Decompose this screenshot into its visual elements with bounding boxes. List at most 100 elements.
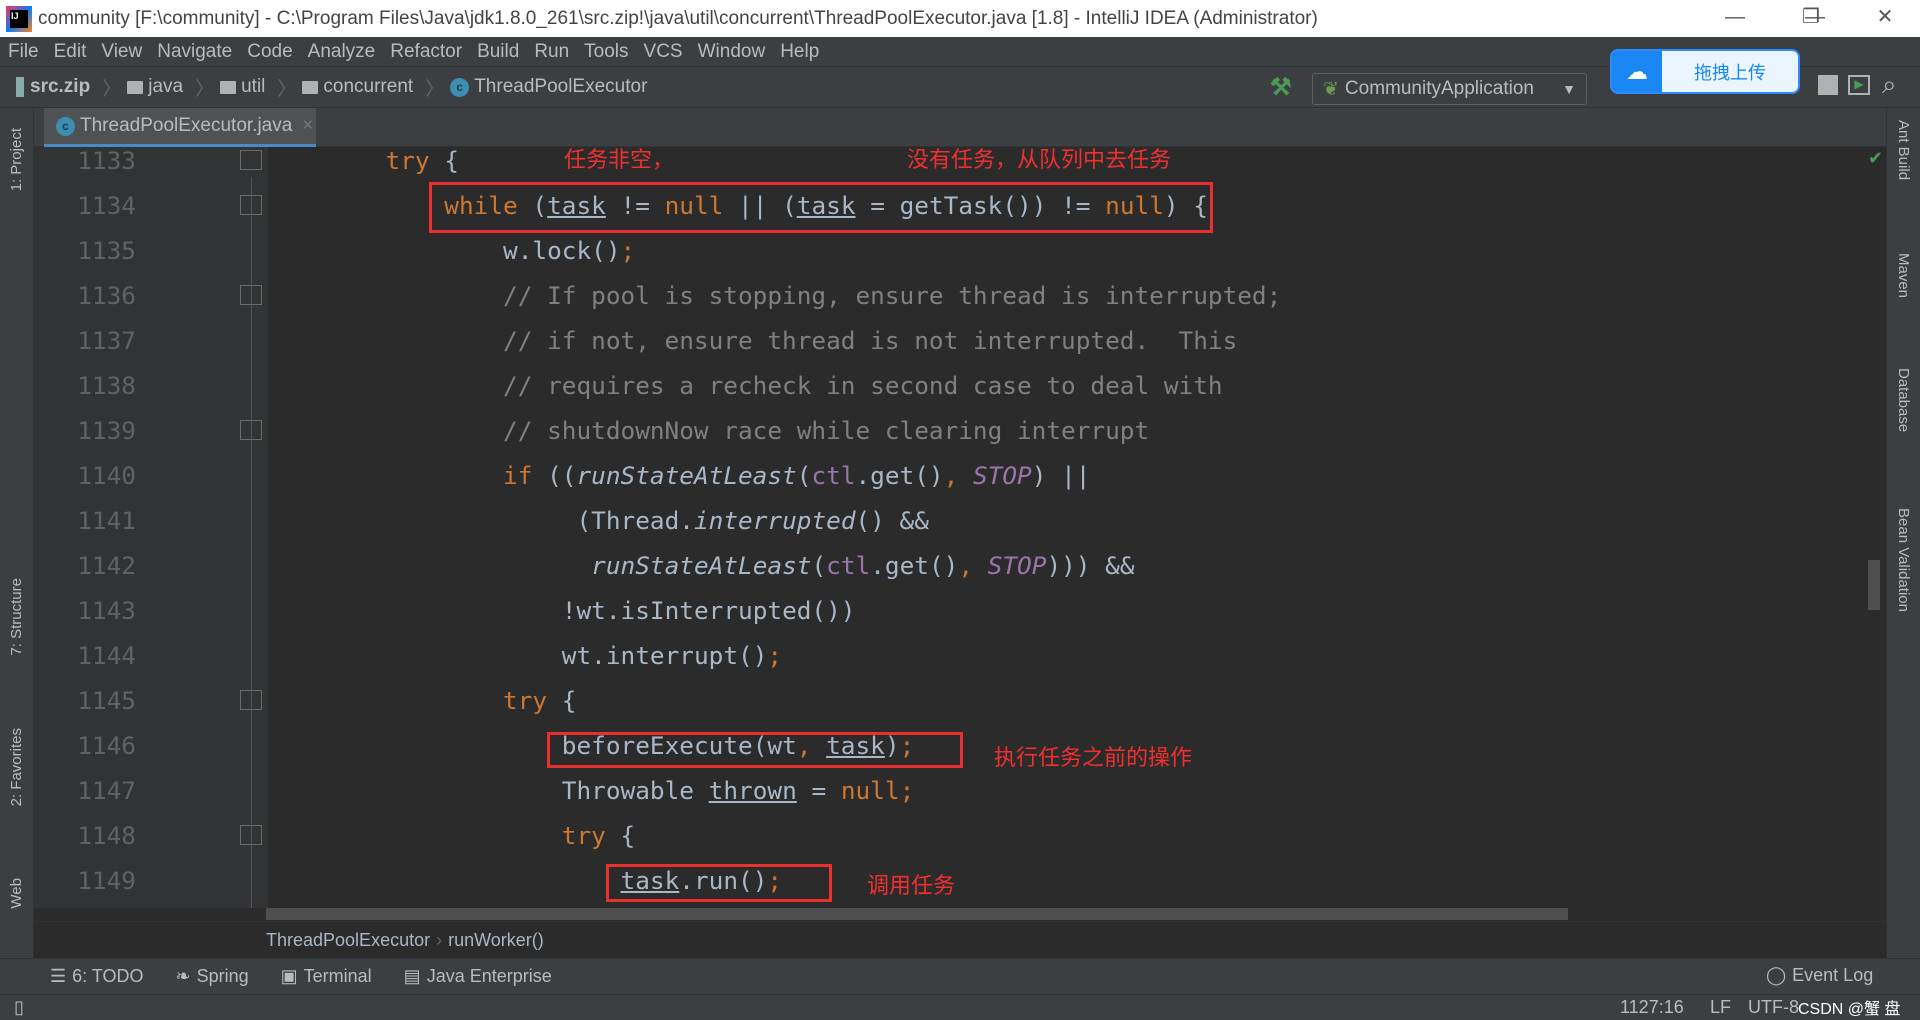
- line-number: 1133: [77, 147, 136, 175]
- code-token: .get(): [855, 461, 944, 490]
- tool-label: Java Enterprise: [426, 966, 552, 986]
- maven-tool-button[interactable]: Maven: [1895, 253, 1912, 298]
- fold-guide: [251, 177, 252, 908]
- code-line[interactable]: 1147 Throwable thrown = null;: [34, 768, 1884, 813]
- favorites-tool-button[interactable]: 2: Favorites: [8, 728, 25, 806]
- line-number: 1141: [77, 506, 136, 535]
- crumb-java[interactable]: java: [127, 76, 183, 98]
- bean-validation-tool-button[interactable]: Bean Validation: [1895, 508, 1912, 612]
- left-tool-strip: 1: Project 7: Structure 2: Favorites Web: [0, 108, 34, 994]
- crumb-class[interactable]: c ThreadPoolExecutor: [450, 76, 647, 98]
- crumb-concurrent[interactable]: concurrent: [302, 76, 413, 98]
- project-structure-icon[interactable]: [1818, 75, 1838, 95]
- menu-refactor[interactable]: Refactor: [390, 41, 462, 63]
- line-number: 1138: [77, 371, 136, 400]
- fold-marker-icon[interactable]: [240, 150, 262, 170]
- menu-navigate[interactable]: Navigate: [157, 41, 232, 63]
- event-log-button[interactable]: ◯ Event Log: [1766, 965, 1873, 986]
- line-number: 1147: [77, 776, 136, 805]
- crumb-label: ThreadPoolExecutor: [474, 76, 648, 97]
- menu-view[interactable]: View: [101, 41, 142, 63]
- code-line[interactable]: 1141 (Thread.interrupted() &&: [34, 498, 1884, 543]
- code-line[interactable]: 1148 try {: [34, 813, 1884, 858]
- database-tool-button[interactable]: Database: [1895, 368, 1912, 432]
- intellij-logo-icon: IJ: [6, 5, 32, 32]
- menu-help[interactable]: Help: [780, 41, 819, 63]
- line-number: 1150: [42, 903, 136, 908]
- tab-label: ThreadPoolExecutor.java: [80, 115, 293, 136]
- code-line[interactable]: 1149 task.run();: [34, 858, 1884, 903]
- code-line[interactable]: 1145 try {: [34, 678, 1884, 723]
- code-line[interactable]: 1144 wt.interrupt();: [34, 633, 1884, 678]
- code-editor[interactable]: 1133 try {1134 while (task != null || (tas…: [34, 147, 1886, 908]
- toggle-tool-windows-icon[interactable]: ▯: [14, 997, 24, 1018]
- search-icon[interactable]: ⌕: [1882, 69, 1897, 101]
- code-token: runStateAtLeast: [591, 551, 812, 580]
- menu-run[interactable]: Run: [534, 41, 569, 63]
- tool-window-bar: ☰ 6: TODO ❧ Spring ▣ Terminal ▤ Java Enterpr…: [0, 958, 1920, 994]
- annotation-call-task: 调用任务: [867, 873, 956, 898]
- code-line[interactable]: 1137 // if not, ensure thread is not inte…: [34, 318, 1884, 363]
- web-tool-button[interactable]: Web: [8, 878, 25, 909]
- chevron-icon: 〉: [195, 78, 215, 100]
- build-hammer-icon[interactable]: ⚒: [1270, 73, 1292, 102]
- code-token: () &&: [855, 506, 929, 535]
- code-token: ) ||: [1031, 461, 1091, 490]
- code-text: wt.interrupt();: [562, 633, 782, 678]
- file-encoding[interactable]: UTF-8: [1748, 997, 1799, 1018]
- speech-bubble-icon: ◯: [1766, 965, 1787, 985]
- close-button[interactable]: ✕: [1850, 0, 1920, 37]
- code-token: runStateAtLeast: [576, 461, 797, 490]
- menu-edit[interactable]: Edit: [54, 41, 87, 63]
- folder-icon: [220, 80, 237, 94]
- code-token: Throwable: [561, 776, 709, 805]
- tab-threadpoolexecutor[interactable]: c ThreadPoolExecutor.java ×: [44, 108, 316, 147]
- breadcrumb-method[interactable]: runWorker(): [448, 930, 544, 951]
- crumb-src-zip[interactable]: src.zip: [16, 76, 90, 98]
- horizontal-scrollbar[interactable]: [266, 908, 1568, 920]
- menu-tools[interactable]: Tools: [584, 41, 628, 63]
- chevron-icon: 〉: [425, 78, 445, 100]
- java-enterprise-tool-button[interactable]: ▤ Java Enterprise: [404, 966, 552, 987]
- line-separator[interactable]: LF: [1710, 997, 1731, 1018]
- line-number: 1143: [77, 596, 136, 625]
- line-number: 1149: [77, 866, 136, 895]
- close-tab-icon[interactable]: ×: [302, 115, 313, 137]
- code-token: ;: [899, 776, 915, 805]
- menu-file[interactable]: File: [8, 41, 39, 63]
- caret-position[interactable]: 1127:16: [1620, 997, 1684, 1018]
- terminal-tool-button[interactable]: ▣ Terminal: [281, 966, 372, 987]
- code-line[interactable]: 1136 // If pool is stopping, ensure threa…: [34, 273, 1884, 318]
- menu-analyze[interactable]: Analyze: [308, 41, 376, 63]
- menu-build[interactable]: Build: [477, 41, 519, 63]
- restore-button[interactable]: ❐: [1776, 0, 1846, 37]
- code-token: null: [840, 776, 900, 805]
- minimize-btn[interactable]: —: [1700, 0, 1770, 37]
- breadcrumb-class[interactable]: ThreadPoolExecutor: [266, 930, 430, 951]
- code-line[interactable]: 1143 !wt.isInterrupted()): [34, 588, 1884, 633]
- todo-tool-button[interactable]: ☰ 6: TODO: [50, 966, 144, 987]
- structure-tool-button[interactable]: 7: Structure: [8, 578, 25, 656]
- code-line[interactable]: 1140 if ((runStateAtLeast(ctl.get(), STOP…: [34, 453, 1884, 498]
- spring-tool-button[interactable]: ❧ Spring: [176, 966, 249, 987]
- run-configuration-select[interactable]: ❦ CommunityApplication ▼: [1312, 73, 1587, 105]
- crumb-util[interactable]: util: [220, 76, 265, 98]
- baidu-upload-widget[interactable]: ☁ 拖拽上传: [1610, 49, 1800, 94]
- code-line[interactable]: 1142 runStateAtLeast(ctl.get(), STOP))) &…: [34, 543, 1884, 588]
- code-line[interactable]: 1139 // shutdownNow race while clearing i…: [34, 408, 1884, 453]
- tool-label: Terminal: [303, 966, 372, 986]
- code-line[interactable]: 1138 // requires a recheck in second case…: [34, 363, 1884, 408]
- vertical-scrollbar[interactable]: [1868, 560, 1880, 610]
- line-number: 1137: [77, 326, 136, 355]
- project-tool-button[interactable]: 1: Project: [8, 128, 25, 191]
- code-breadcrumb-bar: ThreadPoolExecutor › runWorker(): [34, 921, 1886, 958]
- run-anything-icon[interactable]: ▶: [1848, 75, 1870, 95]
- terminal-icon: ▣: [280, 966, 298, 986]
- line-number: 1140: [77, 461, 136, 490]
- code-line[interactable]: 1135 w.lock();: [34, 228, 1884, 273]
- menu-window[interactable]: Window: [698, 41, 766, 63]
- ant-build-tool-button[interactable]: Ant Build: [1895, 120, 1912, 180]
- archive-icon: [16, 77, 24, 97]
- menu-code[interactable]: Code: [247, 41, 292, 63]
- menu-vcs[interactable]: VCS: [644, 41, 683, 63]
